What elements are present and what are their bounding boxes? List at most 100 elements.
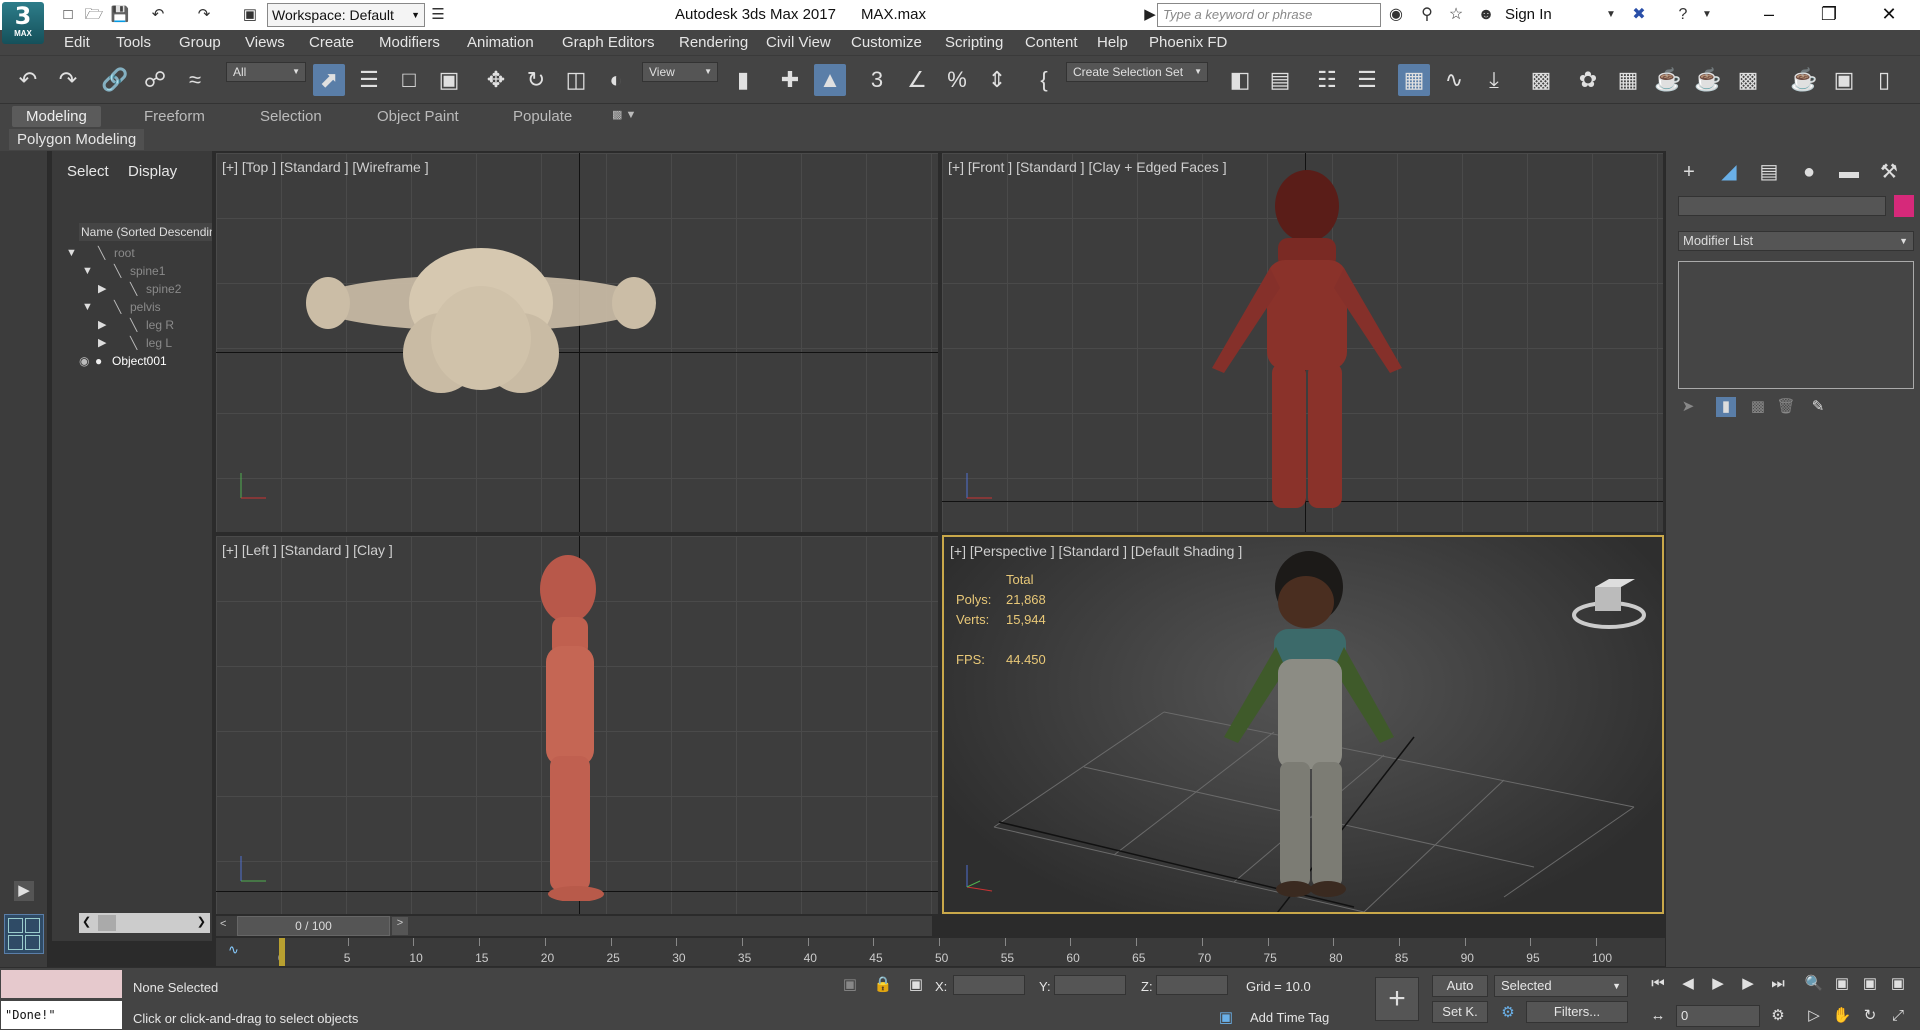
menu-content[interactable]: Content [1025, 34, 1078, 51]
exchange-apps-icon[interactable]: ✖ [1628, 4, 1650, 26]
scroll-left-icon[interactable]: ❮ [82, 915, 91, 928]
object-name-field[interactable] [1678, 196, 1886, 216]
pan-view-icon[interactable]: ✋ [1832, 1006, 1852, 1026]
chevron-down-icon[interactable]: ▼ [1696, 4, 1718, 26]
rectangular-selection-icon[interactable]: □ [393, 64, 425, 96]
visibility-eye-icon[interactable]: ◉ [79, 351, 89, 371]
explorer-display-menu[interactable]: Display [128, 163, 177, 180]
zoom-icon[interactable]: 🔍 [1804, 974, 1824, 994]
ribbon-options-icon[interactable]: ▩ ▼ [612, 108, 636, 121]
tab-modeling[interactable]: Modeling [12, 106, 101, 127]
menu-customize[interactable]: Customize [851, 34, 922, 51]
workspace-dropdown[interactable]: Workspace: Default ▼ [267, 3, 425, 27]
toggle-scene-explorer-icon[interactable]: ☷ [1311, 64, 1343, 96]
maxscript-listener-input[interactable] [1, 970, 122, 998]
name-column-header[interactable]: Name (Sorted Descending) [79, 223, 212, 241]
spinner-snap-icon[interactable]: ⇕ [981, 64, 1013, 96]
edit-named-selection-icon[interactable]: { [1028, 64, 1060, 96]
angle-snap-icon[interactable]: ∠ [901, 64, 933, 96]
help-icon[interactable]: ? [1672, 4, 1694, 26]
menu-edit[interactable]: Edit [64, 34, 90, 51]
play-icon[interactable]: ▶ [1708, 974, 1728, 994]
menu-civil-view[interactable]: Civil View [766, 34, 831, 51]
current-frame-marker[interactable] [279, 938, 285, 966]
mini-curve-editor-icon[interactable]: ∿ [228, 942, 239, 958]
open-file-icon[interactable]: 🗁 [84, 5, 104, 25]
bind-space-warp-icon[interactable]: ≈ [179, 64, 211, 96]
align-icon[interactable]: ▤ [1264, 64, 1296, 96]
keyboard-shortcut-override-icon[interactable]: ▲ [814, 64, 846, 96]
dope-sheet-icon[interactable]: ⤓ [1478, 64, 1510, 96]
orbit-icon[interactable]: ↻ [1860, 1006, 1880, 1026]
viewport-front[interactable]: [+] [Front ] [Standard ] [Clay + Edged F… [942, 153, 1663, 532]
tree-item[interactable]: ◉ ● Object001 [52, 351, 212, 371]
undo-icon[interactable]: ↶ [12, 64, 44, 96]
maxscript-output[interactable]: "Done!" [1, 1001, 122, 1029]
collapse-icon[interactable]: ▼ [66, 243, 77, 263]
isolate-selection-icon[interactable]: ▣ [840, 975, 860, 995]
rendered-frame-window-icon[interactable]: ☕ [1652, 64, 1684, 96]
select-manipulate-icon[interactable]: ✚ [774, 64, 806, 96]
scrollbar-thumb[interactable] [98, 915, 116, 931]
viewport-top-label[interactable]: [+] [Top ] [Standard ] [Wireframe ] [222, 159, 429, 175]
polygon-modeling-panel-button[interactable]: Polygon Modeling [9, 129, 145, 150]
tree-item[interactable]: ▶ ╲ spine2 [52, 279, 212, 299]
menu-views[interactable]: Views [245, 34, 285, 51]
zoom-all-icon[interactable]: ▣ [1832, 974, 1852, 994]
hierarchy-tab-icon[interactable]: ▤ [1754, 157, 1784, 187]
viewport-layout-tab-icon[interactable] [4, 914, 44, 954]
viewport-top[interactable]: [+] [Top ] [Standard ] [Wireframe ] [216, 153, 938, 532]
render-in-cloud-icon[interactable]: ▩ [1732, 64, 1764, 96]
toggle-layer-explorer-icon[interactable]: ☰ [1351, 64, 1383, 96]
explorer-select-menu[interactable]: Select [67, 163, 109, 180]
menu-tools[interactable]: Tools [116, 34, 151, 51]
menu-create[interactable]: Create [309, 34, 354, 51]
tree-item[interactable]: ▶ ╲ leg R [52, 315, 212, 335]
link-icon[interactable]: 🔗 [99, 64, 131, 96]
set-key-button[interactable]: Set K. [1432, 1001, 1488, 1023]
scroll-right-icon[interactable]: ❯ [197, 915, 206, 928]
tab-populate[interactable]: Populate [513, 108, 572, 125]
selection-lock-icon[interactable]: 🔒 [873, 975, 893, 995]
collapse-icon[interactable]: ▼ [82, 297, 93, 317]
expand-layout-icon[interactable]: ▶ [14, 881, 34, 901]
menu-graph-editors[interactable]: Graph Editors [562, 34, 655, 51]
viewport-left-label[interactable]: [+] [Left ] [Standard ] [Clay ] [222, 542, 393, 558]
expand-icon[interactable]: ▶ [98, 279, 106, 299]
explorer-scrollbar[interactable]: ❮ ❯ [79, 913, 210, 933]
subscription-icon[interactable]: ⚲ [1416, 4, 1438, 26]
tab-freeform[interactable]: Freeform [144, 108, 205, 125]
binoculars-icon[interactable]: ◉ [1385, 4, 1407, 26]
collapse-icon[interactable]: ▼ [82, 261, 93, 281]
track-bar[interactable]: ∿ 05101520253035404550556065707580859095… [216, 938, 1665, 966]
motion-tab-icon[interactable]: ● [1794, 157, 1824, 187]
customize-quick-access-icon[interactable]: ☰ [428, 5, 448, 25]
next-frame-icon[interactable]: ▶ [1738, 974, 1758, 994]
unlink-icon[interactable]: ☍ [139, 64, 171, 96]
menu-modifiers[interactable]: Modifiers [379, 34, 440, 51]
viewport-perspective-label[interactable]: [+] [Perspective ] [Standard ] [Default … [950, 543, 1242, 559]
time-next-icon[interactable]: > [392, 917, 408, 935]
viewport-left[interactable]: [+] [Left ] [Standard ] [Clay ] [216, 536, 938, 914]
x-coordinate-field[interactable] [953, 975, 1025, 995]
sign-in-button[interactable]: Sign In [1505, 6, 1552, 23]
redo-icon[interactable]: ↷ [194, 5, 214, 25]
select-by-name-icon[interactable]: ☰ [353, 64, 385, 96]
key-filters-button[interactable]: Filters... [1526, 1001, 1628, 1023]
y-coordinate-field[interactable] [1054, 975, 1126, 995]
minimize-button[interactable]: – [1746, 0, 1792, 30]
undo-icon[interactable]: ↶ [148, 5, 168, 25]
pivot-center-icon[interactable]: ▮ [727, 64, 759, 96]
modifier-stack[interactable] [1678, 261, 1914, 389]
field-of-view-icon[interactable]: ▷ [1804, 1006, 1824, 1026]
utilities-tab-icon[interactable]: ⚒ [1874, 157, 1904, 187]
render-teapot-icon[interactable]: ☕ [1788, 64, 1820, 96]
menu-phoenix-fd[interactable]: Phoenix FD [1149, 34, 1227, 51]
viewport-perspective[interactable]: [+] [Perspective ] [Standard ] [Default … [942, 535, 1664, 914]
mirror-icon[interactable]: ◧ [1224, 64, 1256, 96]
auto-key-button[interactable]: Auto [1432, 975, 1488, 997]
app-menu-button[interactable]: 3 MAX [2, 2, 44, 44]
time-tag-icon[interactable]: ▣ [1216, 1008, 1236, 1028]
modify-tab-icon[interactable]: ◢ [1714, 157, 1744, 187]
schematic-view-icon[interactable]: ▩ [1525, 64, 1557, 96]
